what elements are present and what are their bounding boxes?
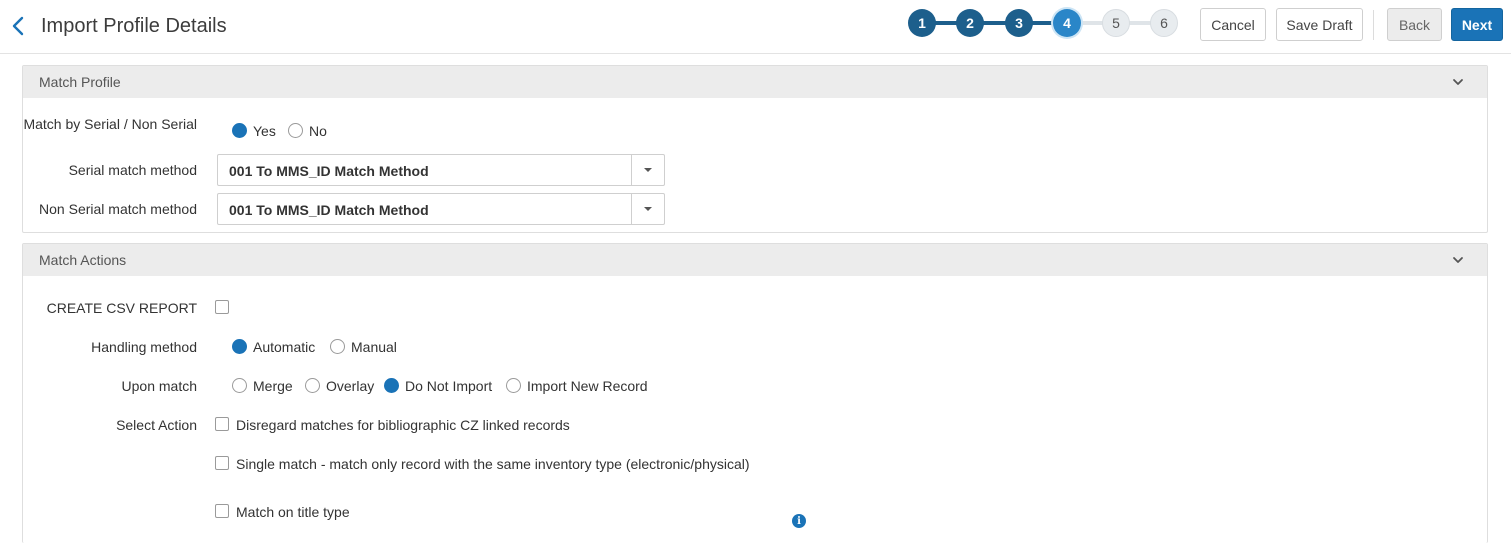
match-title-type-label[interactable]: Match on title type — [236, 504, 350, 520]
select-value: 001 To MMS_ID Match Method — [229, 163, 429, 179]
toolbar-divider — [1373, 10, 1374, 40]
handling-automatic-label[interactable]: Automatic — [253, 339, 315, 355]
handling-method-label: Handling method — [91, 339, 197, 355]
step-4[interactable]: 4 — [1053, 9, 1081, 37]
serial-match-method-label: Serial match method — [68, 162, 197, 178]
single-match-checkbox[interactable] — [215, 456, 229, 470]
serial-match-method-select[interactable]: 001 To MMS_ID Match Method — [217, 154, 665, 186]
upon-match-overlay-label[interactable]: Overlay — [326, 378, 374, 394]
upon-match-overlay-radio[interactable] — [305, 378, 320, 393]
disregard-cz-label[interactable]: Disregard matches for bibliographic CZ l… — [236, 417, 570, 433]
upon-match-label: Upon match — [121, 378, 197, 394]
handling-manual-radio[interactable] — [330, 339, 345, 354]
save-draft-button[interactable]: Save Draft — [1276, 8, 1363, 41]
step-3[interactable]: 3 — [1005, 9, 1033, 37]
section-title: Match Profile — [39, 74, 121, 90]
step-2[interactable]: 2 — [956, 9, 984, 37]
back-button[interactable]: Back — [1387, 8, 1442, 41]
handling-automatic-radio[interactable] — [232, 339, 247, 354]
serial-no-label[interactable]: No — [309, 123, 327, 139]
cancel-button[interactable]: Cancel — [1200, 8, 1266, 41]
match-actions-section: Match Actions — [22, 243, 1488, 543]
match-profile-header[interactable]: Match Profile — [23, 66, 1487, 98]
upon-match-do-not-import-label[interactable]: Do Not Import — [405, 378, 492, 394]
top-bar: Import Profile Details 1 2 3 4 5 6 Cance… — [0, 0, 1511, 54]
upon-match-do-not-import-radio[interactable] — [384, 378, 399, 393]
handling-manual-label[interactable]: Manual — [351, 339, 397, 355]
upon-match-merge-label[interactable]: Merge — [253, 378, 293, 394]
stepper-progress-line — [922, 21, 1068, 25]
chevron-down-icon[interactable] — [1451, 253, 1465, 267]
page-title: Import Profile Details — [41, 15, 227, 37]
caret-down-icon[interactable] — [631, 194, 664, 224]
serial-non-serial-label: Match by Serial / Non Serial — [23, 116, 197, 132]
wizard-stepper: 1 2 3 4 5 6 — [908, 9, 1178, 37]
caret-down-icon[interactable] — [631, 155, 664, 185]
chevron-down-icon[interactable] — [1451, 75, 1465, 89]
step-1[interactable]: 1 — [908, 9, 936, 37]
single-match-label[interactable]: Single match - match only record with th… — [236, 456, 750, 472]
step-5[interactable]: 5 — [1102, 9, 1130, 37]
info-icon[interactable]: i — [792, 514, 806, 528]
non-serial-match-method-select[interactable]: 001 To MMS_ID Match Method — [217, 193, 665, 225]
next-button[interactable]: Next — [1451, 8, 1503, 41]
match-actions-header[interactable]: Match Actions — [23, 244, 1487, 276]
select-action-label: Select Action — [116, 417, 197, 433]
upon-match-import-new-radio[interactable] — [506, 378, 521, 393]
disregard-cz-checkbox[interactable] — [215, 417, 229, 431]
match-title-type-checkbox[interactable] — [215, 504, 229, 518]
csv-report-checkbox[interactable] — [215, 300, 229, 314]
section-title: Match Actions — [39, 252, 127, 268]
non-serial-match-method-label: Non Serial match method — [39, 201, 197, 217]
serial-no-radio[interactable] — [288, 123, 303, 138]
chevron-left-icon[interactable] — [8, 13, 28, 39]
serial-yes-label[interactable]: Yes — [253, 123, 276, 139]
csv-report-label: CREATE CSV REPORT — [46, 300, 197, 316]
select-value: 001 To MMS_ID Match Method — [229, 202, 429, 218]
serial-yes-radio[interactable] — [232, 123, 247, 138]
upon-match-merge-radio[interactable] — [232, 378, 247, 393]
upon-match-import-new-label[interactable]: Import New Record — [527, 378, 648, 394]
step-6[interactable]: 6 — [1150, 9, 1178, 37]
